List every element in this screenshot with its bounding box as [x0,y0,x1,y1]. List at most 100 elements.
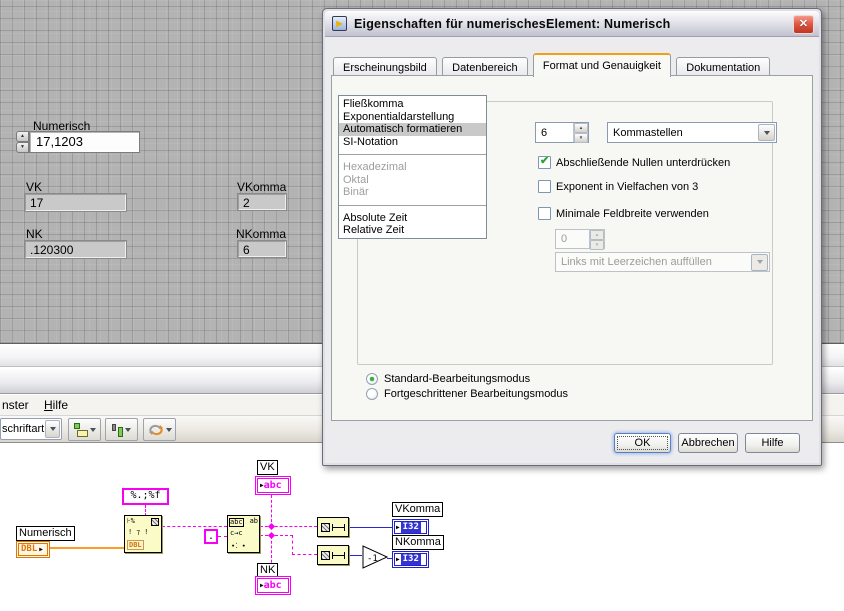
distribute-objects-button[interactable] [105,418,138,441]
increment-icon[interactable]: ▲ [16,131,29,142]
after-substring-wire [260,535,293,536]
checkbox-checked-icon[interactable]: ✔ [538,155,551,169]
bd-nkomma-label[interactable]: NKomma [392,535,444,550]
align-dropdown-icon [89,427,96,432]
spinner-up-icon: ▲ [590,230,604,240]
dbl-type-tag: DBL [127,540,144,550]
vkomma-field[interactable]: 2 [237,193,287,211]
format-into-string-node[interactable]: ⊦% ! ⁊ ! DBL [124,515,162,553]
decrement-node[interactable]: -1 [362,545,389,572]
cancel-button[interactable]: Abbrechen [678,433,738,453]
close-button[interactable]: ✕ [793,15,814,34]
tab-datenbereich[interactable]: Datenbereich [442,57,528,77]
radio-unselected-icon[interactable] [366,388,378,400]
checkbox-row-min-width[interactable]: Minimale Feldbreite verwenden [538,207,709,220]
vkomma-label: VKomma [237,180,287,194]
list-item-disabled[interactable]: Binär [339,186,486,199]
nk-field[interactable]: .120300 [24,240,127,259]
format-string-constant[interactable]: %.;%f [122,488,169,505]
help-button[interactable]: Hilfe [745,433,800,453]
decrement-icon[interactable]: ▼ [16,142,29,153]
dropdown-arrow-icon[interactable] [758,124,775,141]
match-pattern-node[interactable]: abc ab c→c ∙⁚ ∙ [227,515,260,553]
labview-app-icon: ▶ [332,16,347,31]
tab-page-format: Fließkomma Exponentialdarstellung Automa… [331,75,813,421]
string-length-node-2[interactable] [317,545,349,565]
checkbox-unchecked-icon[interactable] [538,207,551,220]
checkbox-unchecked-icon[interactable] [538,180,551,193]
distribute-objects-icon [112,424,116,431]
checkbox-label: Minimale Feldbreite verwenden [556,207,709,220]
checkbox-row-trailing-zeros[interactable]: ✔ Abschließende Nullen unterdrücken [538,155,730,169]
distribute-dropdown-icon [125,427,131,432]
numeric-control-field[interactable]: 17,1203 [29,131,140,153]
tab-dokumentation[interactable]: Dokumentation [676,57,771,77]
svg-text:-1: -1 [367,554,378,564]
radio-advanced-mode[interactable]: Fortgeschrittener Bearbeitungsmodus [366,388,568,400]
vk-string-terminal[interactable]: ▶ abc [255,476,291,495]
bd-vk-label[interactable]: VK [257,460,278,475]
min-width-spinner-disabled[interactable]: 0 ▲ ▼ [555,229,605,250]
separator-constant[interactable]: . [204,529,218,544]
list-separator [339,154,486,155]
digits-value: 6 [541,126,548,139]
reorder-button[interactable] [143,418,176,441]
list-separator [339,204,486,206]
menu-item-fenster[interactable]: nster [2,398,29,412]
font-selector-value: schriftart [2,423,45,435]
properties-dialog: ▶ Eigenschaften für numerischesElement: … [322,8,822,466]
font-selector-dropdown[interactable]: schriftart [0,418,62,440]
tab-format-und-genauigkeit[interactable]: Format und Genauigkeit [532,53,671,77]
dialog-titlebar[interactable]: ▶ Eigenschaften für numerischesElement: … [325,11,819,37]
vk-field[interactable]: 17 [24,193,127,212]
dropdown-arrow-icon [751,253,768,271]
align-objects-icon [73,423,80,429]
pad-mode-dropdown-disabled[interactable]: Links mit Leerzeichen auffüllen [555,252,770,272]
spinner-down-icon: ▼ [590,240,604,250]
spinner-up-icon[interactable]: ▲ [574,123,588,133]
reorder-cycle-icon [148,424,163,435]
numeric-increment-decrement[interactable]: ▲ ▼ [16,131,29,153]
digits-type-value: Kommastellen [613,126,683,139]
align-objects-button[interactable] [68,418,101,441]
list-item[interactable]: Exponentialdarstellung [339,111,486,124]
radio-standard-mode[interactable]: Standard-Bearbeitungsmodus [366,373,530,385]
font-selector-arrow-icon[interactable] [45,420,60,438]
radio-label: Standard-Bearbeitungsmodus [384,373,531,385]
nk-string-terminal[interactable]: ▶ abc [255,576,291,595]
list-item-disabled[interactable]: Oktal [339,174,486,187]
spinner-down-icon[interactable]: ▼ [574,133,588,143]
digits-spinner[interactable]: 6 ▲ ▼ [535,122,589,143]
labview-screen: nster Hilfe schriftart Numerisch ▲ ▼ 17,… [0,0,844,611]
nkomma-field[interactable]: 6 [237,240,287,258]
tab-erscheinungsbild[interactable]: Erscheinungsbild [333,57,437,77]
nkomma-i32-terminal[interactable]: ▶ I32 [392,551,429,568]
vk-label: VK [26,180,43,194]
list-item[interactable]: SI-Notation [339,136,486,149]
ok-button[interactable]: OK [614,433,671,453]
radio-selected-icon[interactable] [366,373,378,385]
menu-item-hilfe[interactable]: Hilfe [44,398,68,412]
bd-vkomma-label[interactable]: VKomma [392,502,444,517]
list-item[interactable]: Absolute Zeit [339,212,486,225]
dbl-wire [49,547,125,549]
list-item-disabled[interactable]: Hexadezimal [339,161,486,174]
format-type-listbox[interactable]: Fließkomma Exponentialdarstellung Automa… [338,95,487,239]
radio-label: Fortgeschrittener Bearbeitungsmodus [384,388,569,400]
after-substring-wire-drop [292,535,293,555]
reorder-dropdown-icon [165,427,172,432]
dialog-title: Eigenschaften für numerischesElement: Nu… [354,16,671,31]
list-item-selected[interactable]: Automatisch formatieren [339,123,486,136]
string-length-node[interactable] [317,517,349,537]
checkbox-row-exponent[interactable]: Exponent in Vielfachen von 3 [538,180,698,193]
string-wire-format-to-match [162,526,227,527]
nkomma-label: NKomma [236,227,287,241]
digits-type-dropdown[interactable]: Kommastellen [607,122,777,143]
dbl-terminal[interactable]: DBL ▶ [16,541,50,558]
bd-numeric-label[interactable]: Numerisch [16,526,75,541]
list-item[interactable]: Relative Zeit [339,224,486,237]
list-item[interactable]: Fließkomma [339,98,486,111]
vkomma-i32-terminal[interactable]: ▶ I32 [392,519,429,536]
tab-strip: Erscheinungsbild Datenbereich Format und… [333,53,772,77]
min-width-value: 0 [561,233,568,245]
